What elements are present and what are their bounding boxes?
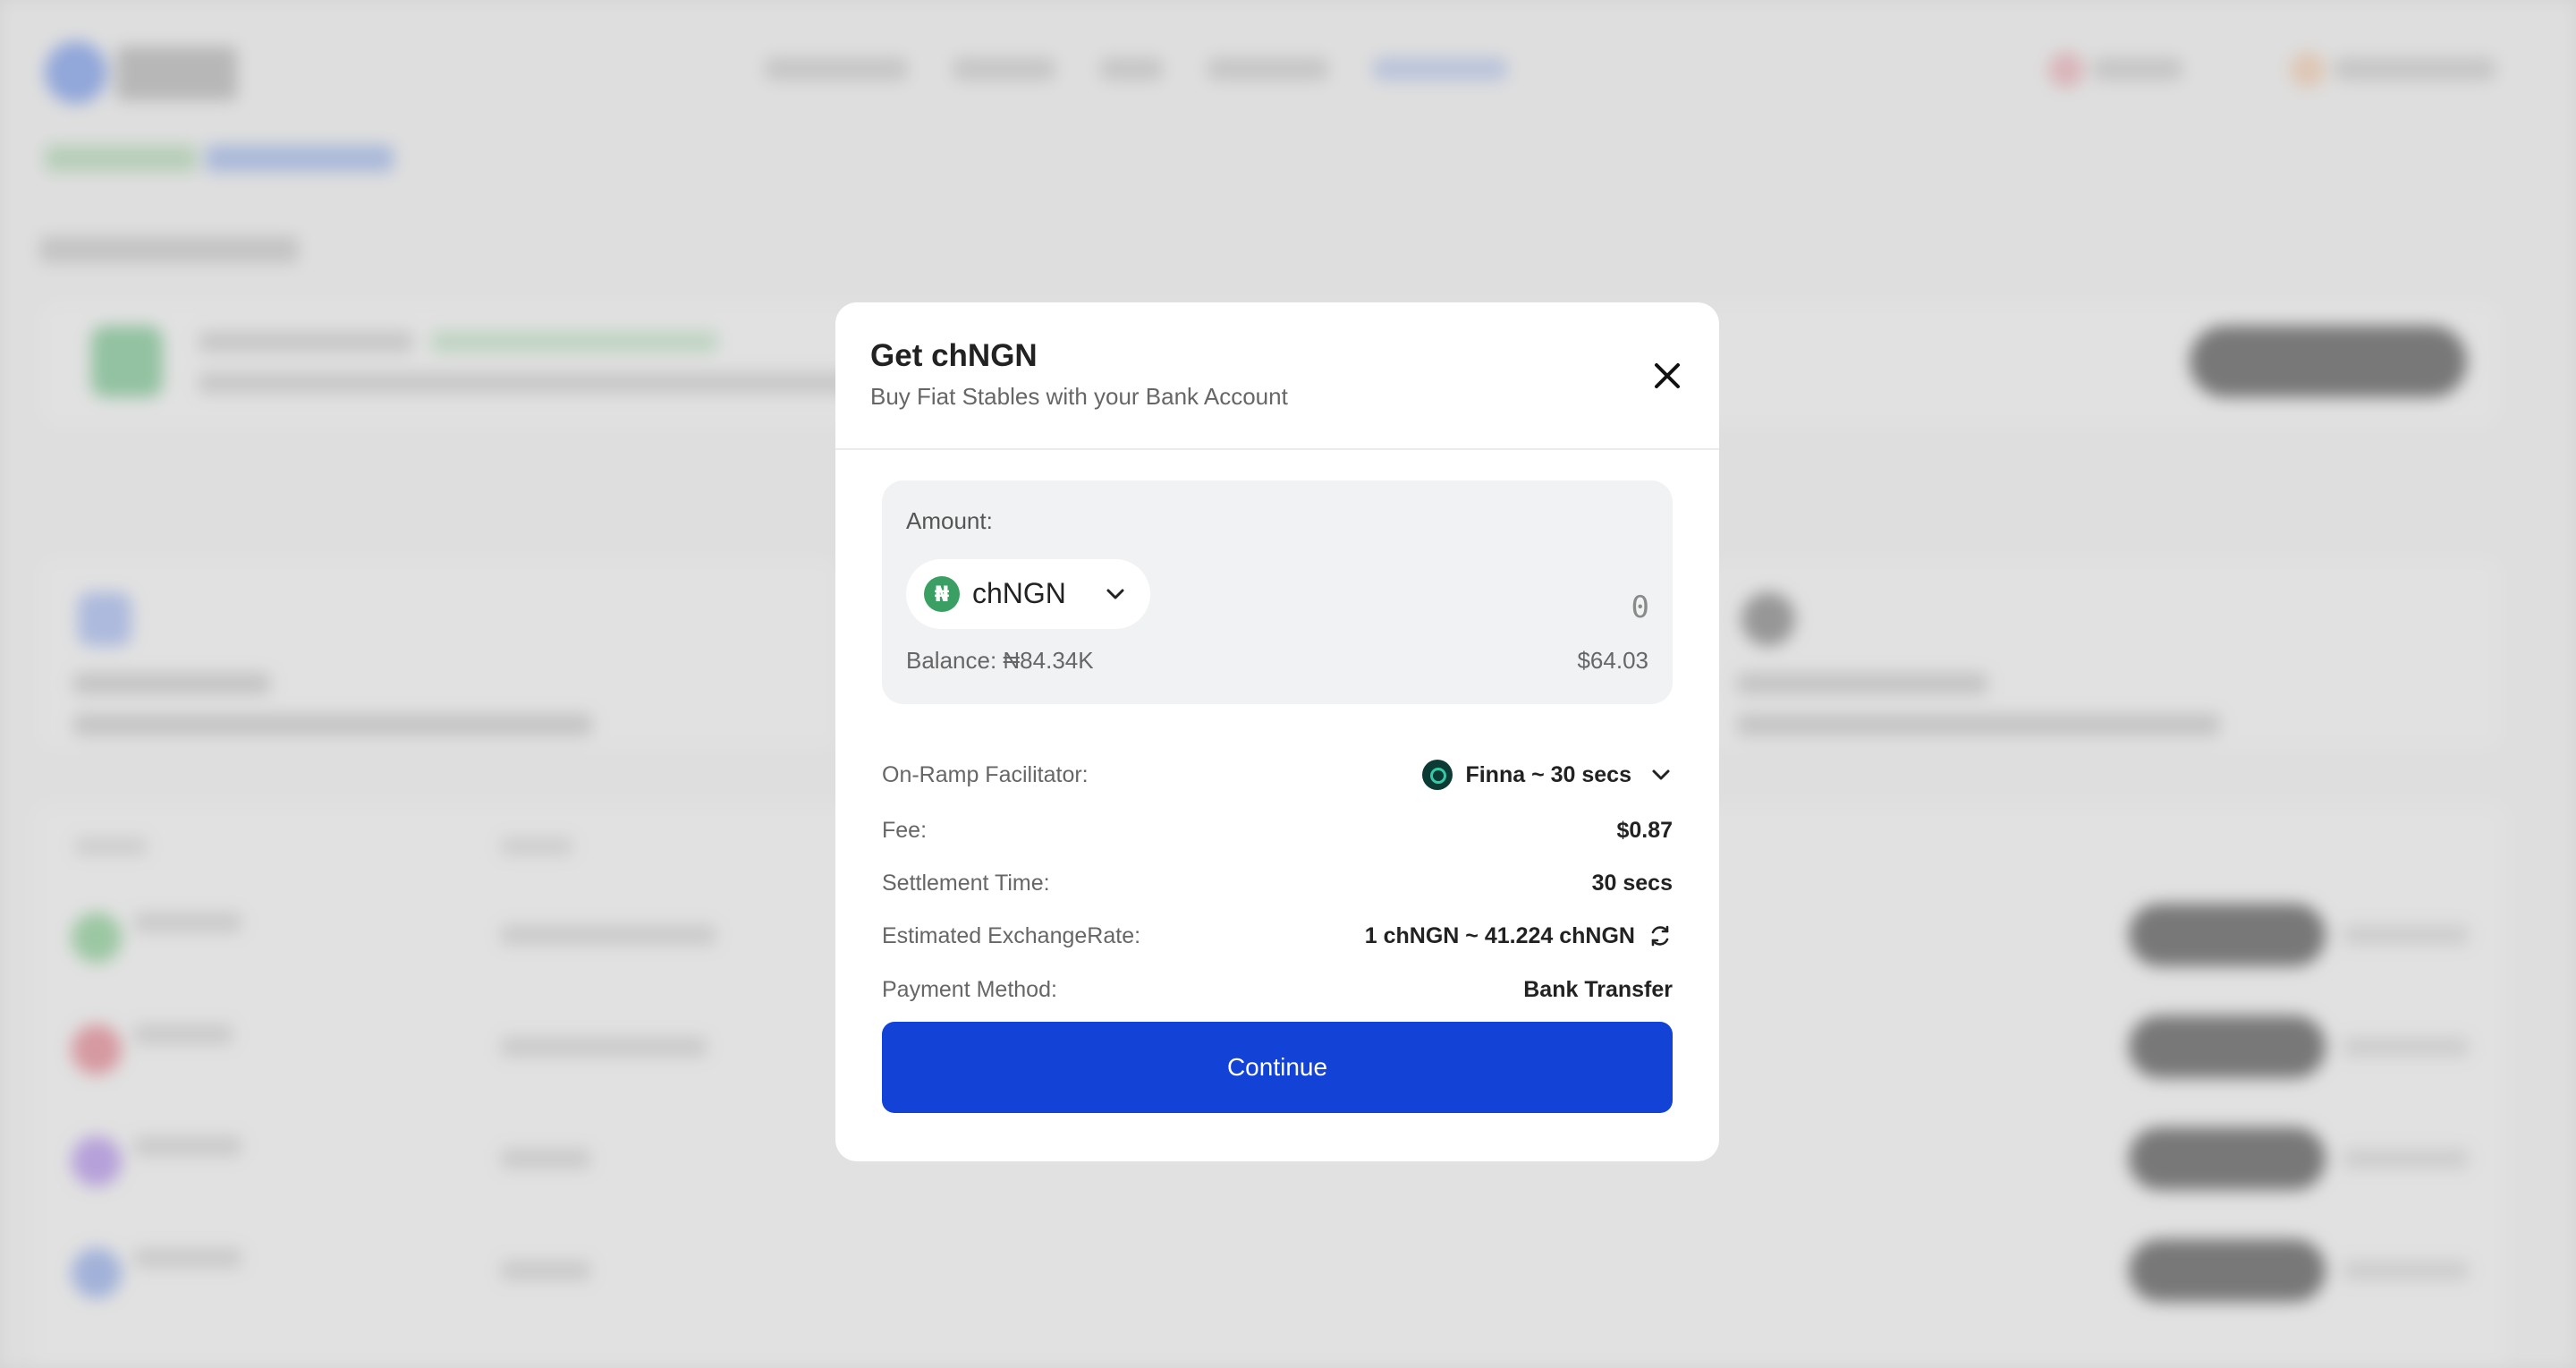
exchange-rate-label: Estimated ExchangeRate:: [882, 923, 1141, 948]
close-button[interactable]: [1649, 358, 1685, 394]
balance-label: Balance: ₦84.34K: [906, 647, 1094, 674]
facilitator-label: On-Ramp Facilitator:: [882, 762, 1089, 787]
modal-header: Get chNGN Buy Fiat Stables with your Ban…: [835, 302, 1719, 450]
amount-panel: Amount: ₦ chNGN Balance: ₦84.34K $64.03: [882, 480, 1673, 704]
finna-logo-icon: [1422, 760, 1453, 790]
settlement-value: 30 secs: [1591, 871, 1673, 896]
chevron-down-icon: [1106, 589, 1124, 599]
close-icon: [1655, 363, 1680, 388]
continue-button[interactable]: Continue: [882, 1022, 1673, 1113]
chevron-down-icon: [1652, 769, 1670, 780]
payment-method-row: Payment Method: Bank Transfer: [882, 972, 1673, 1007]
usd-value: $64.03: [1577, 647, 1648, 674]
amount-input[interactable]: [1381, 585, 1649, 630]
facilitator-selector[interactable]: Finna ~ 30 secs: [1422, 757, 1673, 793]
settlement-row: Settlement Time: 30 secs: [882, 865, 1673, 901]
get-chngn-modal: Get chNGN Buy Fiat Stables with your Ban…: [835, 302, 1719, 1161]
facilitator-row: On-Ramp Facilitator: Finna ~ 30 secs: [882, 757, 1673, 793]
exchange-rate-value: 1 chNGN ~ 41.224 chNGN: [1364, 922, 1635, 948]
facilitator-value: Finna ~ 30 secs: [1465, 761, 1631, 787]
fee-value: $0.87: [1616, 818, 1673, 843]
exchange-rate-row: Estimated ExchangeRate: 1 chNGN ~ 41.224…: [882, 918, 1673, 954]
modal-subtitle: Buy Fiat Stables with your Bank Account: [870, 383, 1288, 410]
fee-label: Fee:: [882, 818, 928, 843]
modal-title: Get chNGN: [870, 338, 1038, 373]
naira-icon: ₦: [924, 576, 960, 612]
refresh-icon[interactable]: [1648, 923, 1673, 948]
fee-row: Fee: $0.87: [882, 812, 1673, 848]
token-selector[interactable]: ₦ chNGN: [906, 559, 1150, 629]
exchange-rate-wrap: 1 chNGN ~ 41.224 chNGN: [1365, 918, 1673, 954]
payment-method-label: Payment Method:: [882, 977, 1057, 1002]
token-name: chNGN: [972, 577, 1066, 609]
payment-method-value: Bank Transfer: [1523, 977, 1673, 1002]
amount-label: Amount:: [906, 507, 993, 534]
settlement-label: Settlement Time:: [882, 871, 1050, 896]
